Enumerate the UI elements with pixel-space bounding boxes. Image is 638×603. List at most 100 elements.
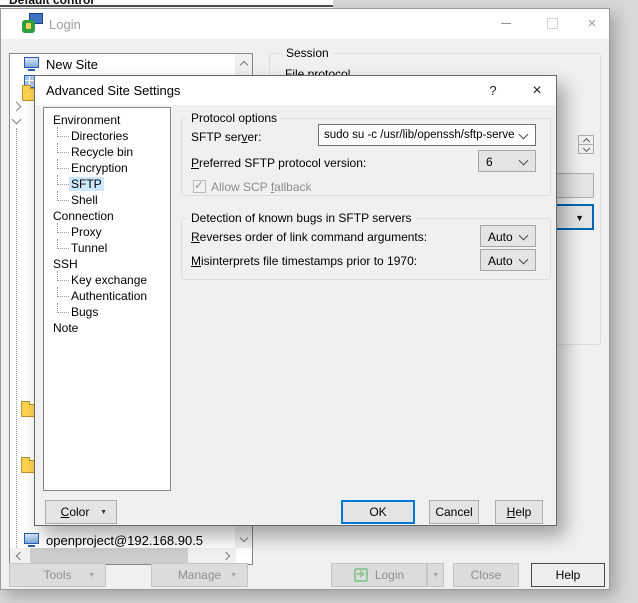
- horizontal-scrollbar[interactable]: [10, 548, 236, 564]
- checkmark-icon: ✓: [194, 178, 204, 192]
- dropdown-caret-icon: ▼: [100, 509, 107, 516]
- nav-item-sftp[interactable]: SFTP: [44, 176, 170, 192]
- nav-item-authentication[interactable]: Authentication: [44, 288, 170, 304]
- sftp-server-combo[interactable]: sudo su -c /usr/lib/openssh/sftp-server: [318, 124, 536, 146]
- background-window-border: [0, 5, 333, 7]
- site-tree-item-new-site[interactable]: New Site: [11, 56, 231, 73]
- maximize-icon: [547, 18, 558, 29]
- advanced-site-settings-dialog: Advanced Site Settings ? × Environment D…: [34, 75, 557, 526]
- dialog-help-button[interactable]: ?: [473, 76, 513, 105]
- dropdown-caret-icon: ▼: [432, 572, 439, 579]
- nav-item-ssh[interactable]: SSH: [44, 256, 170, 272]
- dropdown-caret-icon: ▼: [88, 572, 95, 579]
- dialog-close-button[interactable]: ×: [517, 76, 557, 105]
- nav-item-bugs[interactable]: Bugs: [44, 304, 170, 320]
- sftp-version-label: Preferred SFTP protocol version:: [191, 156, 366, 170]
- sftp-server-label: SFTP server:: [191, 130, 261, 144]
- minimize-icon: [501, 23, 511, 24]
- color-button[interactable]: Color ▼: [45, 500, 117, 524]
- nav-item-note[interactable]: Note: [44, 320, 170, 336]
- port-spinner-down[interactable]: [578, 144, 594, 154]
- nav-item-recycle-bin[interactable]: Recycle bin: [44, 144, 170, 160]
- manage-button: Manage ▼: [151, 563, 248, 587]
- allow-scp-fallback-checkbox: ✓: [193, 180, 206, 193]
- bug-detection-label: Detection of known bugs in SFTP servers: [187, 211, 416, 225]
- chevron-down-icon: [519, 130, 529, 140]
- tree-branch-line: [57, 159, 69, 169]
- help-button-label: Help: [507, 505, 532, 519]
- nav-item-environment[interactable]: Environment: [44, 112, 170, 128]
- dropdown-caret-icon: ▼: [230, 572, 237, 579]
- manage-button-label: Manage: [178, 568, 221, 582]
- tree-branch-line: [57, 191, 69, 201]
- nav-item-encryption[interactable]: Encryption: [44, 160, 170, 176]
- tree-branch-line: [57, 239, 69, 249]
- winscp-app-icon: [22, 13, 43, 34]
- close-icon: ×: [588, 16, 597, 31]
- scroll-up-icon: [240, 61, 248, 69]
- help-button-label: Help: [556, 568, 581, 582]
- login-button: Login: [331, 563, 427, 587]
- login-window-title: Login: [49, 17, 81, 32]
- protocol-options-label: Protocol options: [187, 111, 281, 125]
- tree-guide-line: [16, 128, 17, 576]
- login-arrow-icon: [354, 568, 368, 582]
- sftp-version-value: 6: [486, 155, 493, 169]
- tools-button-label: Tools: [43, 568, 71, 582]
- scroll-down-icon: [240, 534, 248, 542]
- site-tree-item-label: openproject@192.168.90.5: [46, 533, 203, 548]
- nav-item-shell[interactable]: Shell: [44, 192, 170, 208]
- cancel-button-label: Cancel: [435, 505, 472, 519]
- tree-branch-line: [57, 127, 69, 137]
- color-button-label: Color: [61, 505, 90, 519]
- sftp-version-combo[interactable]: 6: [478, 150, 536, 172]
- tree-branch-line: [57, 175, 69, 185]
- nav-item-connection[interactable]: Connection: [44, 208, 170, 224]
- login-titlebar: Login ×: [1, 9, 609, 39]
- close-button[interactable]: ×: [575, 9, 609, 38]
- session-icon: [24, 533, 39, 546]
- settings-nav-tree: Environment Directories Recycle bin Encr…: [43, 107, 171, 491]
- dialog-help-button-bottom[interactable]: Help: [495, 500, 543, 524]
- close-icon: ×: [532, 82, 541, 100]
- close-session-button: Close: [453, 563, 519, 587]
- nav-item-key-exchange[interactable]: Key exchange: [44, 272, 170, 288]
- screen: Default control Login × New Site My Work…: [0, 0, 638, 603]
- new-site-icon: [24, 57, 39, 70]
- expand-collapsed-icon[interactable]: [12, 102, 22, 112]
- session-group-label: Session: [282, 46, 333, 60]
- selected-nav-label: SFTP: [69, 177, 104, 191]
- site-tree-item-openproject[interactable]: openproject@192.168.90.5: [11, 532, 231, 549]
- nav-item-proxy[interactable]: Proxy: [44, 224, 170, 240]
- help-icon: ?: [489, 83, 496, 98]
- ok-button[interactable]: OK: [341, 500, 415, 524]
- dropdown-caret-icon: ▼: [575, 213, 584, 223]
- sftp-server-value: sudo su -c /usr/lib/openssh/sftp-server: [324, 129, 515, 141]
- chevron-down-icon: [519, 255, 529, 265]
- misinterprets-timestamps-combo[interactable]: Auto: [480, 249, 536, 271]
- chevron-down-icon: [519, 231, 529, 241]
- reverses-order-combo[interactable]: Auto: [480, 225, 536, 247]
- scroll-left-icon: [16, 552, 24, 560]
- misinterprets-timestamps-value: Auto: [488, 254, 513, 268]
- maximize-button[interactable]: [529, 9, 575, 38]
- dialog-title: Advanced Site Settings: [46, 83, 180, 98]
- nav-item-directories[interactable]: Directories: [44, 128, 170, 144]
- login-split-button: ▼: [427, 563, 444, 587]
- tree-branch-line: [57, 223, 69, 233]
- ok-button-label: OK: [369, 505, 386, 519]
- cancel-button[interactable]: Cancel: [429, 500, 479, 524]
- help-button[interactable]: Help: [531, 563, 605, 587]
- tree-branch-line: [57, 271, 69, 281]
- tree-branch-line: [57, 287, 69, 297]
- misinterprets-timestamps-label: Misinterprets file timestamps prior to 1…: [191, 254, 417, 268]
- minimize-button[interactable]: [483, 9, 529, 38]
- expand-expanded-icon[interactable]: [12, 115, 22, 125]
- nav-item-tunnel[interactable]: Tunnel: [44, 240, 170, 256]
- tree-branch-line: [57, 143, 69, 153]
- login-button-label: Login: [375, 568, 404, 582]
- scrollbar-thumb[interactable]: [30, 548, 188, 564]
- reverses-order-label: Reverses order of link command arguments…: [191, 230, 427, 244]
- chevron-down-icon: [519, 156, 529, 166]
- dialog-titlebar: Advanced Site Settings ? ×: [35, 76, 556, 105]
